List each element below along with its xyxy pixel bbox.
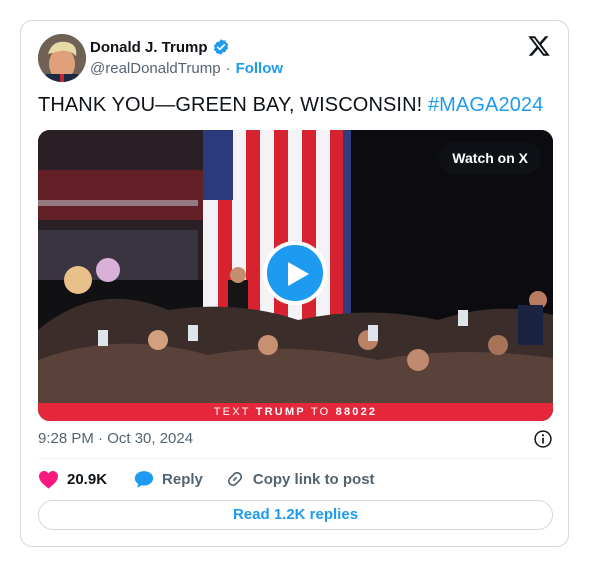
- post-body: THANK YOU—GREEN BAY, WISCONSIN!: [38, 94, 428, 116]
- video-banner: TEXT TRUMP TO 88022: [38, 403, 553, 421]
- timestamp-row: 9:28 PM · Oct 30, 2024: [38, 430, 553, 450]
- info-icon[interactable]: [533, 429, 553, 449]
- post-text: THANK YOU—GREEN BAY, WISCONSIN! #MAGA202…: [38, 94, 543, 117]
- reply-action[interactable]: Reply: [134, 470, 203, 489]
- play-icon: [288, 262, 309, 286]
- banner-keyword: TRUMP: [255, 406, 306, 418]
- banner-number: 88022: [335, 406, 378, 418]
- divider: [38, 458, 553, 459]
- video-player[interactable]: Watch on X TEXT TRUMP TO 88022: [38, 130, 553, 421]
- x-logo-icon[interactable]: [527, 34, 551, 58]
- hashtag-link[interactable]: #MAGA2024: [428, 94, 543, 116]
- like-count: 20.9K: [67, 470, 108, 488]
- author-handle-row: @realDonaldTrump · Follow: [90, 60, 283, 77]
- author-handle[interactable]: @realDonaldTrump: [90, 60, 221, 77]
- read-replies-button[interactable]: Read 1.2K replies: [38, 500, 553, 530]
- banner-text-middle: TO: [305, 406, 336, 418]
- link-icon: [227, 471, 242, 487]
- avatar-image: [38, 34, 86, 82]
- separator-dot: ·: [225, 60, 231, 77]
- copy-link-label: Copy link to post: [252, 470, 375, 488]
- author-avatar[interactable]: [38, 34, 86, 82]
- reply-bubble-icon: [134, 470, 154, 488]
- watch-on-x-button[interactable]: Watch on X: [439, 142, 541, 174]
- verified-badge-icon: [213, 39, 228, 55]
- banner-text-prefix: TEXT: [213, 406, 256, 418]
- reply-label: Reply: [162, 470, 203, 488]
- like-action[interactable]: 20.9K: [38, 470, 107, 489]
- play-button[interactable]: [263, 241, 327, 305]
- copy-link-action[interactable]: Copy link to post: [225, 469, 375, 489]
- post-timestamp[interactable]: 9:28 PM · Oct 30, 2024: [38, 430, 193, 447]
- post-actions: 20.9K Reply Copy link to post: [38, 469, 375, 489]
- embedded-post-card: Donald J. Trump @realDonaldTrump · Follo…: [20, 20, 569, 547]
- author-name-row: Donald J. Trump: [90, 38, 230, 56]
- follow-button[interactable]: Follow: [236, 60, 284, 77]
- heart-icon: [39, 470, 58, 489]
- author-name[interactable]: Donald J. Trump: [90, 39, 208, 56]
